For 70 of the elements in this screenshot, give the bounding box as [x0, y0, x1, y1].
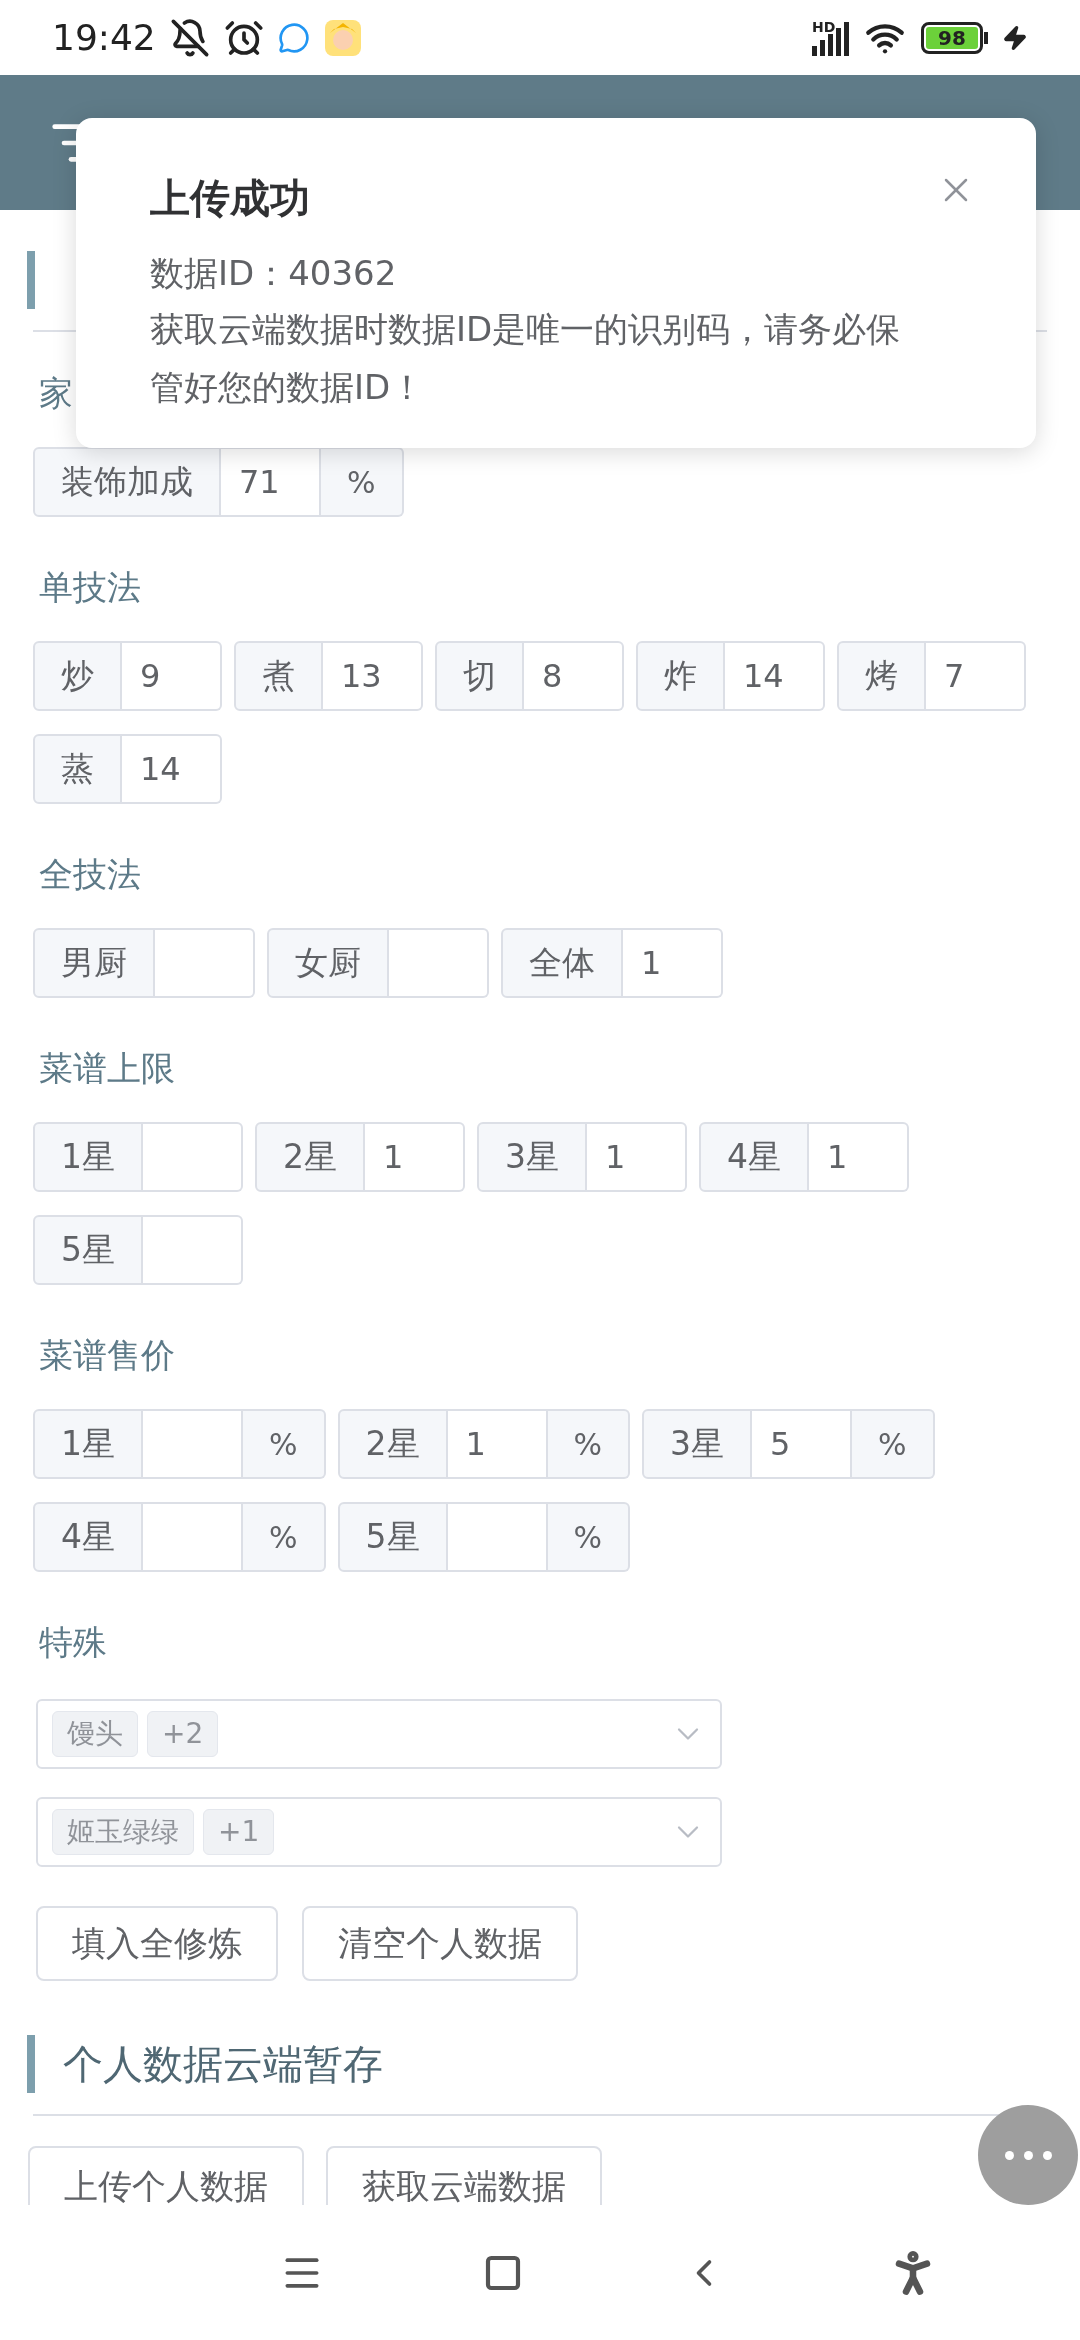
value-field[interactable]: 1	[365, 1122, 465, 1192]
value-field[interactable]	[143, 1122, 243, 1192]
value-field[interactable]: 14	[122, 734, 222, 804]
field-addon: 1星	[33, 1122, 143, 1192]
group-label: 特殊	[39, 1620, 107, 1664]
field-suffix: %	[852, 1409, 935, 1479]
field-addon: 烤	[837, 641, 926, 711]
toast-id: 数据ID：40362	[150, 252, 398, 295]
value-field[interactable]: 71	[221, 447, 321, 517]
select-tag: 姬玉绿绿	[52, 1809, 194, 1855]
value-field[interactable]: 14	[725, 641, 825, 711]
field-addon: 装饰加成	[33, 447, 221, 517]
toast-message: 获取云端数据时数据ID是唯一的识别码，请务必保管好您的数据ID！	[150, 308, 902, 409]
field-addon: 2星	[337, 1409, 448, 1479]
field-suffix: %	[321, 447, 404, 517]
field-suffix: %	[243, 1502, 326, 1572]
action-button[interactable]: 上传个人数据	[28, 2146, 304, 2205]
toast-title: 上传成功	[150, 174, 310, 223]
value-field[interactable]	[143, 1502, 243, 1572]
value-field[interactable]: 13	[323, 641, 423, 711]
value-field[interactable]	[447, 1502, 548, 1572]
value-field[interactable]: 1	[447, 1409, 548, 1479]
value-field[interactable]: 1	[809, 1122, 909, 1192]
field-addon: 男厨	[33, 928, 155, 998]
value-field[interactable]	[143, 1409, 243, 1479]
field-addon: 全体	[501, 928, 623, 998]
field-addon: 1星	[33, 1409, 143, 1479]
select-tag: +1	[203, 1809, 275, 1855]
field-addon: 蒸	[33, 734, 122, 804]
section-accent-bar	[27, 251, 35, 309]
action-button[interactable]: 获取云端数据	[326, 2146, 602, 2205]
value-field[interactable]	[389, 928, 489, 998]
field-addon: 3星	[642, 1409, 753, 1479]
field-addon: 炒	[33, 641, 122, 711]
chat-bubble-icon	[277, 21, 310, 54]
select-tag: 馒头	[52, 1711, 138, 1757]
field-addon: 煮	[234, 641, 323, 711]
field-addon: 4星	[33, 1502, 143, 1572]
app-icon	[323, 18, 362, 57]
group-label: 菜谱售价	[39, 1333, 175, 1377]
value-field[interactable]: 1	[623, 928, 723, 998]
value-field[interactable]	[143, 1215, 243, 1285]
value-field[interactable]: 9	[122, 641, 222, 711]
field-suffix: %	[547, 1502, 631, 1572]
group-label: 家	[39, 371, 73, 415]
value-field[interactable]	[155, 928, 255, 998]
field-suffix: %	[547, 1409, 631, 1479]
select-tag: +2	[147, 1711, 219, 1757]
group-label: 菜谱上限	[39, 1046, 175, 1090]
field-addon: 5星	[337, 1502, 448, 1572]
field-addon: 切	[435, 641, 524, 711]
action-button[interactable]: 填入全修炼	[36, 1906, 278, 1981]
action-button[interactable]: 清空个人数据	[302, 1906, 578, 1981]
field-addon: 5星	[33, 1215, 143, 1285]
value-field[interactable]: 7	[926, 641, 1026, 711]
group-label: 全技法	[39, 852, 141, 896]
section-title: 个人数据云端暂存	[63, 2040, 383, 2089]
field-addon: 3星	[477, 1122, 587, 1192]
field-addon: 女厨	[267, 928, 389, 998]
field-addon: 2星	[255, 1122, 365, 1192]
value-field[interactable]: 8	[524, 641, 624, 711]
value-field[interactable]: 5	[752, 1409, 853, 1479]
field-addon: 4星	[699, 1122, 809, 1192]
field-addon: 炸	[636, 641, 725, 711]
bell-off-icon	[169, 17, 210, 58]
section-accent-bar	[27, 2035, 35, 2093]
group-label: 单技法	[39, 565, 141, 609]
field-suffix: %	[243, 1409, 326, 1479]
status-time: 19:42	[52, 15, 156, 60]
value-field[interactable]: 1	[587, 1122, 687, 1192]
